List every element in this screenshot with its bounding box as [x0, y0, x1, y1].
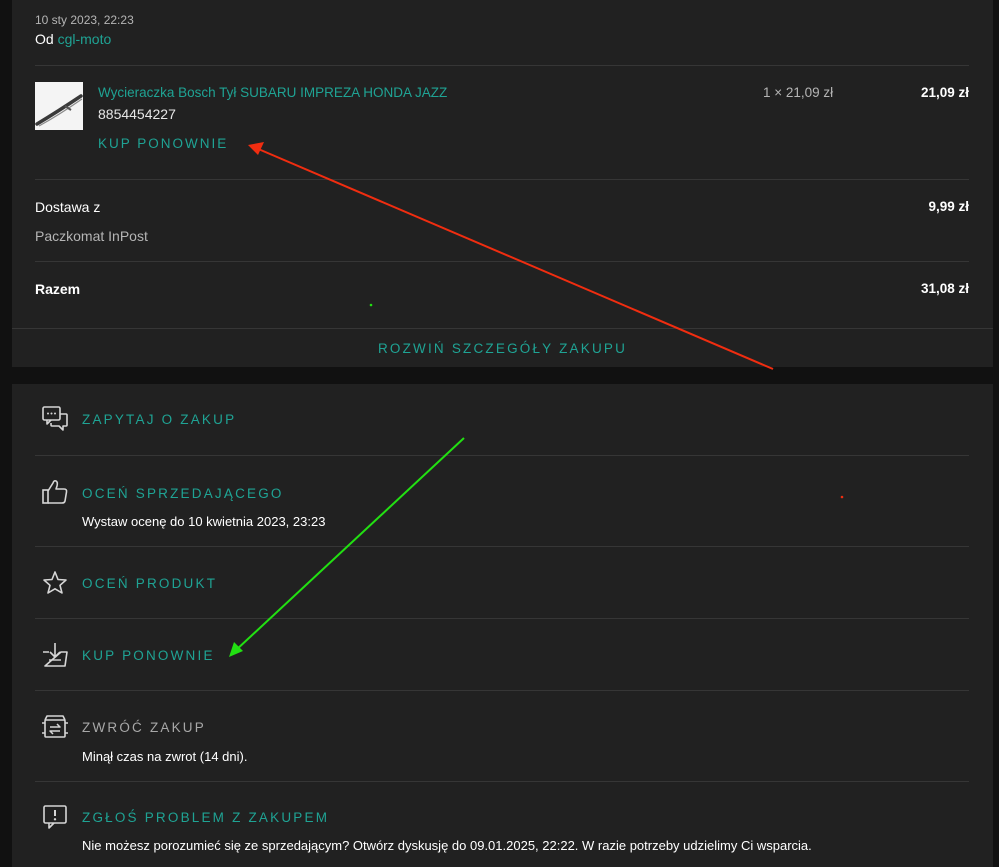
report-problem-icon	[43, 805, 67, 829]
star-icon	[43, 571, 67, 594]
action-label: ZGŁOŚ PROBLEM Z ZAKUPEM	[82, 810, 330, 825]
action-return-purchase[interactable]: ZWRÓĆ ZAKUP Minął czas na zwrot (14 dni)…	[35, 691, 969, 781]
action-buy-again[interactable]: KUP PONOWNIE	[35, 619, 969, 691]
delivery-price: 9,99 zł	[928, 199, 969, 214]
order-date: 10 sty 2023, 22:23	[35, 13, 134, 27]
chat-icon	[42, 406, 68, 431]
seller-prefix: Od	[35, 31, 54, 47]
delivery-method: Paczkomat InPost	[35, 228, 148, 244]
action-rate-seller[interactable]: OCEŃ SPRZEDAJĄCEGO Wystaw ocenę do 10 kw…	[35, 456, 969, 546]
buy-again-link[interactable]: KUP PONOWNIE	[98, 136, 228, 151]
action-report-problem[interactable]: ZGŁOŚ PROBLEM Z ZAKUPEM Nie możesz poroz…	[35, 782, 969, 867]
action-label: KUP PONOWNIE	[82, 648, 215, 663]
item-qty-price: 1 × 21,09 zł	[763, 85, 834, 100]
action-sub: Nie możesz porozumieć się ze sprzedający…	[82, 838, 812, 853]
actions-card: ZAPYTAJ O ZAKUP OCEŃ SPRZEDAJĄCEGO Wysta…	[12, 384, 993, 867]
product-thumbnail[interactable]	[35, 82, 83, 130]
total-price: 31,08 zł	[920, 281, 969, 296]
wiper-blade-icon	[35, 82, 83, 130]
action-label: ZWRÓĆ ZAKUP	[82, 720, 206, 735]
item-total: 21,09 zł	[920, 85, 969, 100]
thumbs-up-icon	[42, 479, 68, 504]
divider	[35, 261, 969, 262]
delivery-label: Dostawa z	[35, 199, 101, 215]
order-card: 10 sty 2023, 22:23 Od cgl-moto Wycieracz…	[12, 0, 993, 367]
divider	[35, 65, 969, 66]
action-rate-product[interactable]: OCEŃ PRODUKT	[35, 547, 969, 619]
action-ask-about-purchase[interactable]: ZAPYTAJ O ZAKUP	[35, 384, 969, 456]
expand-details-button[interactable]: ROZWIŃ SZCZEGÓŁY ZAKUPU	[12, 328, 993, 367]
action-label: ZAPYTAJ O ZAKUP	[82, 412, 237, 427]
seller-line: Od cgl-moto	[35, 31, 111, 47]
action-sub: Wystaw ocenę do 10 kwietnia 2023, 23:23	[82, 514, 326, 529]
action-label: OCEŃ PRODUKT	[82, 576, 218, 591]
seller-link[interactable]: cgl-moto	[58, 31, 112, 47]
action-sub: Minął czas na zwrot (14 dni).	[82, 749, 248, 764]
return-box-icon	[42, 715, 68, 738]
item-title-link[interactable]: Wycieraczka Bosch Tył SUBARU IMPREZA HON…	[98, 85, 447, 100]
basket-download-icon	[43, 643, 68, 667]
total-label: Razem	[35, 281, 81, 297]
item-id: 8854454227	[98, 106, 176, 122]
divider	[35, 179, 969, 180]
action-label: OCEŃ SPRZEDAJĄCEGO	[82, 486, 284, 501]
